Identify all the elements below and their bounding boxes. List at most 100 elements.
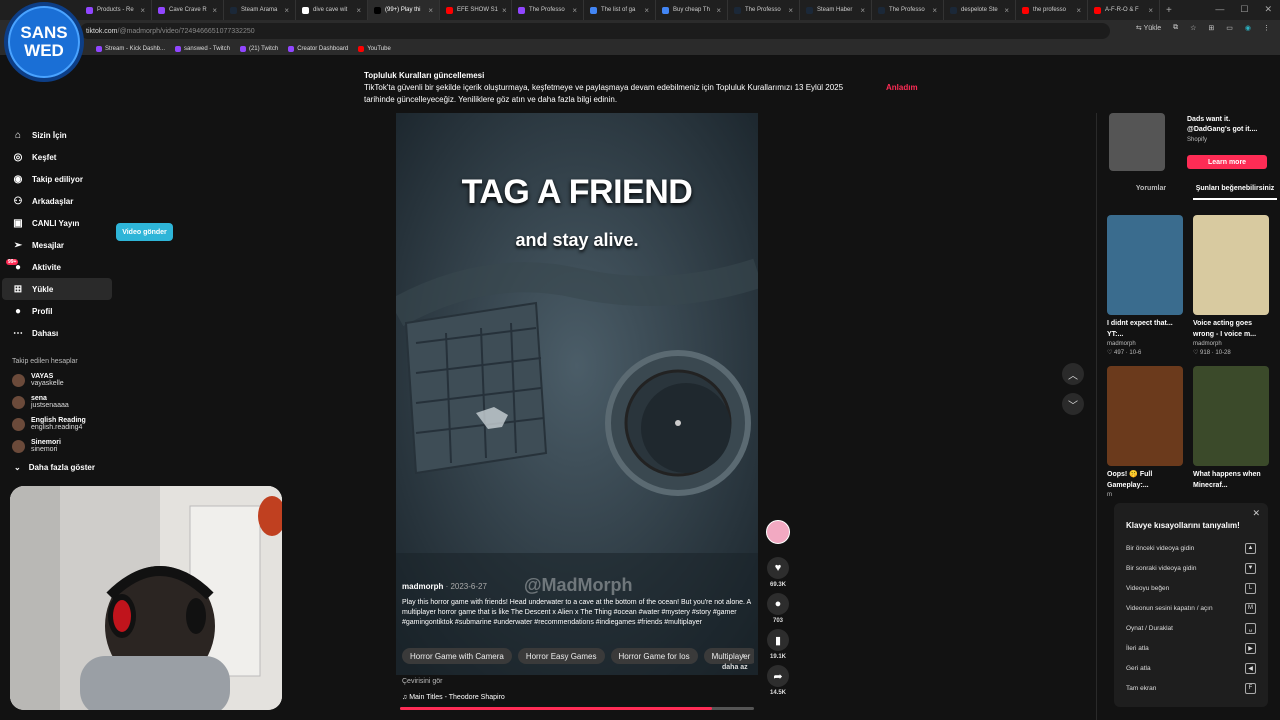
search-chip[interactable]: Horror Easy Games	[517, 648, 605, 664]
followed-account[interactable]: sena justsenaaaa	[0, 391, 130, 413]
browser-tab[interactable]: Steam Arama ×	[224, 0, 296, 20]
minimize-icon[interactable]: —	[1215, 4, 1224, 15]
sidebar-item[interactable]: ◎ Keşfet	[0, 146, 130, 168]
tab-close-icon[interactable]: ×	[860, 6, 865, 15]
browser-tab[interactable]: The Professo ×	[872, 0, 944, 20]
notice-dismiss-link[interactable]: Anladım	[886, 82, 918, 106]
browser-tab[interactable]: Cave Crave R ×	[152, 0, 224, 20]
chips-next-arrow[interactable]: ›	[742, 650, 745, 660]
tab-close-icon[interactable]: ×	[572, 6, 577, 15]
show-more-button[interactable]: ⌄ Daha fazla göster	[0, 457, 130, 477]
tab-close-icon[interactable]: ×	[502, 6, 507, 15]
search-chip[interactable]: Multiplayer	[703, 648, 754, 664]
more-icon: ⋯	[13, 327, 23, 339]
tab-close-icon[interactable]: ×	[140, 6, 145, 15]
creator-avatar-button[interactable]	[766, 520, 790, 544]
browser-tab[interactable]: Buy cheap Th ×	[656, 0, 728, 20]
search-chip[interactable]: Horror Game with Camera	[402, 648, 512, 664]
tab-close-icon[interactable]: ×	[788, 6, 793, 15]
music-track[interactable]: ♫ Main Titles - Theodore Shapiro	[402, 694, 505, 701]
share-button[interactable]: ➦ 14.5K	[767, 665, 789, 696]
tab-close-icon[interactable]: ×	[1148, 6, 1153, 15]
recommended-video-card[interactable]: What happens when Minecraf...	[1193, 366, 1269, 500]
comment-button[interactable]: ● 703	[767, 593, 789, 624]
sidebar-toggle-icon[interactable]: ▭	[1226, 24, 1233, 32]
browser-menu-icon[interactable]: ⋮	[1263, 24, 1270, 32]
sidebar-item[interactable]: ➢ Mesajlar	[0, 234, 130, 256]
sidebar-item-label: Aktivite	[32, 262, 61, 272]
translate-button[interactable]: ⇆ Yükle	[1136, 24, 1161, 32]
shortcut-row: Bir önceki videoya gidin ▲	[1126, 538, 1256, 558]
tab-close-icon[interactable]: ×	[932, 6, 937, 15]
tab-close-icon[interactable]: ×	[644, 6, 649, 15]
close-window-icon[interactable]: ✕	[1264, 4, 1272, 15]
browser-tab[interactable]: despelote Ste ×	[944, 0, 1016, 20]
tab-you-may-like[interactable]: Şunları beğenebilirsiniz	[1193, 185, 1277, 200]
browser-tab[interactable]: EFE SHOW S1 ×	[440, 0, 512, 20]
send-video-button[interactable]: Video gönder	[116, 223, 173, 241]
browser-tab[interactable]: dive cave wit ×	[296, 0, 368, 20]
share-page-icon[interactable]: ⧉	[1173, 24, 1178, 32]
video-description: Play this horror game with friends! Head…	[402, 599, 751, 626]
previous-video-button[interactable]: ︿	[1062, 363, 1084, 385]
tab-comments[interactable]: Yorumlar	[1109, 185, 1193, 200]
browser-tab[interactable]: (99+) Play thi ×	[368, 0, 440, 20]
tab-favicon-icon	[518, 6, 525, 14]
see-translation-link[interactable]: Çevirisini gör	[402, 678, 442, 685]
learn-more-button[interactable]: Learn more	[1187, 155, 1267, 169]
browser-tab[interactable]: The Professo ×	[512, 0, 584, 20]
bookmark-item[interactable]: YouTube	[358, 45, 391, 52]
tab-close-icon[interactable]: ×	[716, 6, 721, 15]
sidebar-item[interactable]: ⚇ Arkadaşlar	[0, 190, 130, 212]
browser-tab[interactable]: A-F-R-O & F ×	[1088, 0, 1160, 20]
save-button[interactable]: ▮ 19.1K	[767, 629, 789, 660]
avatar	[12, 373, 25, 387]
close-icon[interactable]: ✕	[1252, 508, 1260, 519]
show-less-link[interactable]: daha az	[722, 664, 748, 671]
tab-close-icon[interactable]: ×	[284, 6, 289, 15]
tab-close-icon[interactable]: ×	[356, 6, 361, 15]
followed-account[interactable]: Sinemori sinemori	[0, 435, 130, 457]
browser-tab[interactable]: Steam Haber ×	[800, 0, 872, 20]
bookmark-item[interactable]: sanswed - Twitch	[175, 45, 230, 52]
browser-tab[interactable]: the professo ×	[1016, 0, 1088, 20]
tab-close-icon[interactable]: ×	[1004, 6, 1009, 15]
bookmark-item[interactable]: (21) Twitch	[239, 45, 279, 52]
url-field[interactable]: tiktok.com/@madmorph/video/7249466651077…	[80, 23, 1110, 39]
browser-tab[interactable]: The Professo ×	[728, 0, 800, 20]
sidebar-item[interactable]: ⊞ Yükle	[2, 278, 112, 300]
like-button[interactable]: ♥ 69.3K	[767, 557, 789, 588]
notice-body: TikTok'ta güvenli bir şekilde içerik olu…	[364, 82, 924, 106]
sidebar-item[interactable]: ● Profil	[0, 300, 130, 322]
sidebar-item[interactable]: ⋯ Dahası	[0, 322, 130, 344]
tab-close-icon[interactable]: ×	[1076, 6, 1081, 15]
maximize-icon[interactable]: ☐	[1240, 4, 1248, 15]
video-progress-bar[interactable]	[400, 707, 754, 710]
search-chip[interactable]: Horror Game for Ios	[610, 648, 698, 664]
next-video-button[interactable]: ﹀	[1062, 393, 1084, 415]
video-author[interactable]: madmorph	[402, 582, 443, 591]
bookmark-star-icon[interactable]: ☆	[1190, 24, 1196, 32]
tab-close-icon[interactable]: ×	[428, 6, 433, 15]
sidebar-item[interactable]: ⌂ Sizin İçin	[0, 124, 130, 146]
recommended-video-card[interactable]: Oops! 🤫 Full Gameplay:... m	[1107, 366, 1183, 500]
recommended-video-card[interactable]: I didnt expect that... YT:... madmorph ♡ 4…	[1107, 215, 1183, 358]
bookmark-item[interactable]: Creator Dashboard	[288, 45, 348, 52]
recommended-video-card[interactable]: Voice acting goes wrong - I voice m... ma…	[1193, 215, 1269, 358]
sidebar-item[interactable]: ▣ CANLI Yayın	[0, 212, 130, 234]
browser-tab[interactable]: Products - Re ×	[80, 0, 152, 20]
new-tab-icon[interactable]: +	[1160, 5, 1172, 16]
bookmark-label: (21) Twitch	[248, 45, 279, 52]
extensions-icon[interactable]: ⊞	[1208, 24, 1214, 32]
translate-label: Yükle	[1143, 25, 1162, 32]
followed-account[interactable]: English Reading english.reading4	[0, 413, 130, 435]
followed-account[interactable]: VAYAS vayaskelle	[0, 369, 130, 391]
sponsored-ad[interactable]: Dads want it. @DadGang's got it.... Shopi…	[1109, 113, 1279, 173]
sidebar-item[interactable]: ● 99+ Aktivite	[0, 256, 130, 278]
tab-close-icon[interactable]: ×	[212, 6, 217, 15]
bookmark-item[interactable]: Stream - Kick Dashb...	[96, 45, 165, 52]
profile-icon[interactable]: ◉	[1245, 24, 1251, 32]
sidebar-item[interactable]: ◉ Takip ediliyor	[0, 168, 130, 190]
bookmark-icon: ▮	[767, 629, 789, 651]
browser-tab[interactable]: The list of ga ×	[584, 0, 656, 20]
